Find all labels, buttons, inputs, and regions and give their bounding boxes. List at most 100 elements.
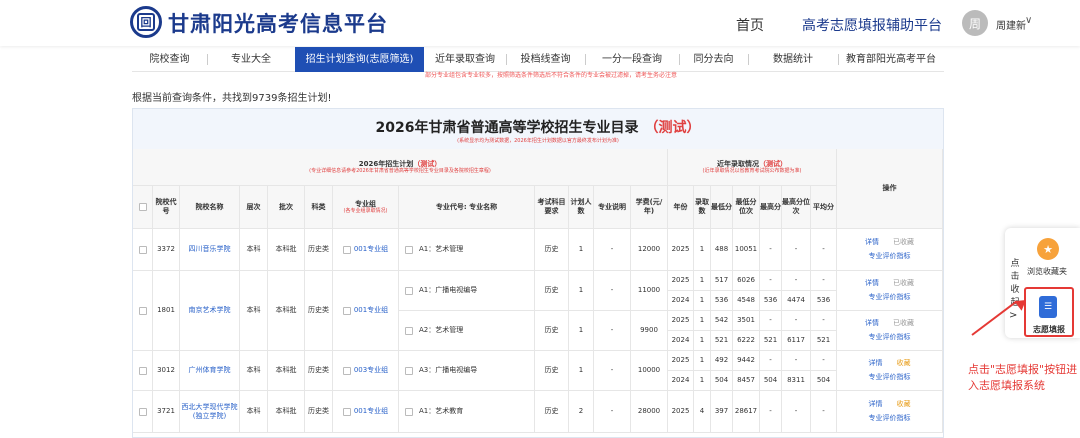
- favorite-toggle[interactable]: 已收藏: [893, 319, 914, 327]
- school-code: 3012: [153, 351, 180, 391]
- site-logo-icon[interactable]: 回: [130, 6, 162, 38]
- chevron-down-icon[interactable]: ∨: [1025, 15, 1032, 26]
- school-name-link[interactable]: 四川音乐学院: [180, 229, 240, 271]
- school-code: 1801: [153, 271, 180, 351]
- major-checkbox[interactable]: [405, 326, 413, 335]
- major-name: A2：艺术管理: [419, 326, 464, 335]
- select-all-checkbox[interactable]: [138, 203, 147, 211]
- evaluation-link[interactable]: 专业评价指标: [869, 414, 911, 423]
- evaluation-link[interactable]: 专业评价指标: [869, 252, 911, 261]
- row-checkbox[interactable]: [138, 407, 147, 416]
- tuition: 12000: [631, 229, 668, 271]
- row-checkbox[interactable]: [138, 245, 147, 254]
- school-subject: 历史类: [305, 351, 333, 391]
- menu-item-4[interactable]: 投档线查询: [506, 47, 585, 72]
- nav-home-link[interactable]: 首页: [736, 15, 764, 35]
- major-group-cell: 001专业组: [333, 391, 399, 433]
- plan-group-title: 2026年招生计划（测试）: [359, 160, 441, 169]
- favorites-button[interactable]: 浏览收藏夹: [1027, 266, 1067, 277]
- major-group-link[interactable]: 001专业组: [354, 245, 388, 254]
- header-school_code: 院校代号: [153, 186, 180, 229]
- school-level: 本科: [240, 391, 268, 433]
- avatar[interactable]: 周: [962, 10, 988, 36]
- history-max_rank: 6117: [782, 331, 811, 351]
- history-min_rank: 6222: [733, 331, 760, 351]
- group-checkbox[interactable]: [342, 407, 351, 416]
- history-max: -: [760, 391, 782, 433]
- detail-link[interactable]: 详情: [865, 238, 879, 246]
- group-checkbox[interactable]: [342, 306, 351, 315]
- history-admit: 1: [694, 271, 711, 291]
- major-desc: -: [594, 311, 631, 351]
- detail-link[interactable]: 详情: [869, 359, 883, 367]
- header-avg_score: 平均分: [811, 186, 837, 229]
- school-name-link[interactable]: 广州体育学院: [180, 351, 240, 391]
- panel-subtitle: (系统显示均为测试数据，2026年招生计划数据以官方最终发布计划为准): [457, 138, 619, 144]
- result-count: 根据当前查询条件，共找到9739条招生计划!: [132, 93, 332, 104]
- major-desc: -: [594, 271, 631, 311]
- menu-item-8[interactable]: 教育部阳光高考平台: [838, 47, 944, 72]
- history-min_rank: 6026: [733, 271, 760, 291]
- exam-requirement: 历史: [535, 351, 569, 391]
- row-select: [133, 391, 153, 433]
- detail-link[interactable]: 详情: [869, 400, 883, 408]
- major-group-link[interactable]: 001专业组: [354, 407, 388, 416]
- op-cell: 详情 收藏专业评价指标: [837, 391, 943, 433]
- header-level: 层次: [240, 186, 268, 229]
- nav-assist-link[interactable]: 高考志愿填报辅助平台: [802, 15, 942, 35]
- user-name[interactable]: 周建新: [996, 17, 1026, 32]
- major-checkbox[interactable]: [405, 286, 413, 295]
- header-subject: 科类: [305, 186, 333, 229]
- major-checkbox[interactable]: [405, 407, 413, 416]
- menu-item-7[interactable]: 数据统计: [748, 47, 838, 72]
- major-group-link[interactable]: 001专业组: [354, 306, 388, 315]
- plan-group-title-text: 2026年招生计划: [358, 159, 414, 168]
- menu-item-5[interactable]: 一分一段查询: [585, 47, 679, 72]
- menu-item-0[interactable]: 院校查询: [132, 47, 207, 72]
- group-checkbox[interactable]: [342, 366, 351, 375]
- history-max_rank: -: [782, 351, 811, 371]
- major-checkbox[interactable]: [405, 366, 413, 375]
- plan-group-tag: （测试）: [413, 159, 442, 168]
- group-checkbox[interactable]: [342, 245, 351, 254]
- major-group-link[interactable]: 003专业组: [354, 366, 388, 375]
- evaluation-link[interactable]: 专业评价指标: [869, 333, 911, 342]
- detail-link[interactable]: 详情: [865, 319, 879, 327]
- school-code: 3721: [153, 391, 180, 433]
- history-avg: 536: [811, 291, 837, 311]
- history-max: 504: [760, 371, 782, 391]
- school-name-link[interactable]: 南京艺术学院: [180, 271, 240, 351]
- history-max_rank: -: [782, 391, 811, 433]
- header-school_name: 院校名称: [180, 186, 240, 229]
- history-avg: 504: [811, 371, 837, 391]
- favorite-toggle[interactable]: 收藏: [897, 359, 911, 367]
- menu-item-2[interactable]: 招生计划查询(志愿筛选): [295, 47, 424, 72]
- plan-count: 1: [569, 271, 594, 311]
- menu-item-1[interactable]: 专业大全: [207, 47, 295, 72]
- history-year: 2024: [668, 371, 694, 391]
- menu-item-3[interactable]: 近年录取查询: [424, 47, 506, 72]
- detail-link[interactable]: 详情: [865, 279, 879, 287]
- major-checkbox[interactable]: [405, 245, 413, 254]
- favorite-toggle[interactable]: 收藏: [897, 400, 911, 408]
- major-desc: -: [594, 229, 631, 271]
- favorites-icon[interactable]: ★: [1037, 238, 1059, 260]
- evaluation-link[interactable]: 专业评价指标: [869, 293, 911, 302]
- chevron-right-icon[interactable]: >: [1009, 310, 1017, 321]
- history-avg: -: [811, 271, 837, 291]
- evaluation-link[interactable]: 专业评价指标: [869, 373, 911, 382]
- menu-separator: [838, 54, 839, 65]
- row-checkbox[interactable]: [138, 306, 147, 315]
- plan-table: 2026年招生计划（测试） (专业详细信息请参考2026年甘肃省普通高等学校招生专…: [133, 149, 943, 437]
- history-year: 2025: [668, 229, 694, 271]
- favorite-toggle[interactable]: 已收藏: [893, 279, 914, 287]
- header-req: 考试科目要求: [535, 186, 569, 229]
- favorite-toggle[interactable]: 已收藏: [893, 238, 914, 246]
- school-name-link[interactable]: 西北大学现代学院(独立学院): [180, 391, 240, 433]
- row-checkbox[interactable]: [138, 366, 147, 375]
- site-title[interactable]: 甘肃阳光高考信息平台: [168, 8, 388, 38]
- header-op: 操作: [837, 149, 943, 229]
- menu-item-6[interactable]: 同分去向: [679, 47, 748, 72]
- major-cell: A1：艺术管理: [399, 229, 535, 271]
- history-admit: 1: [694, 229, 711, 271]
